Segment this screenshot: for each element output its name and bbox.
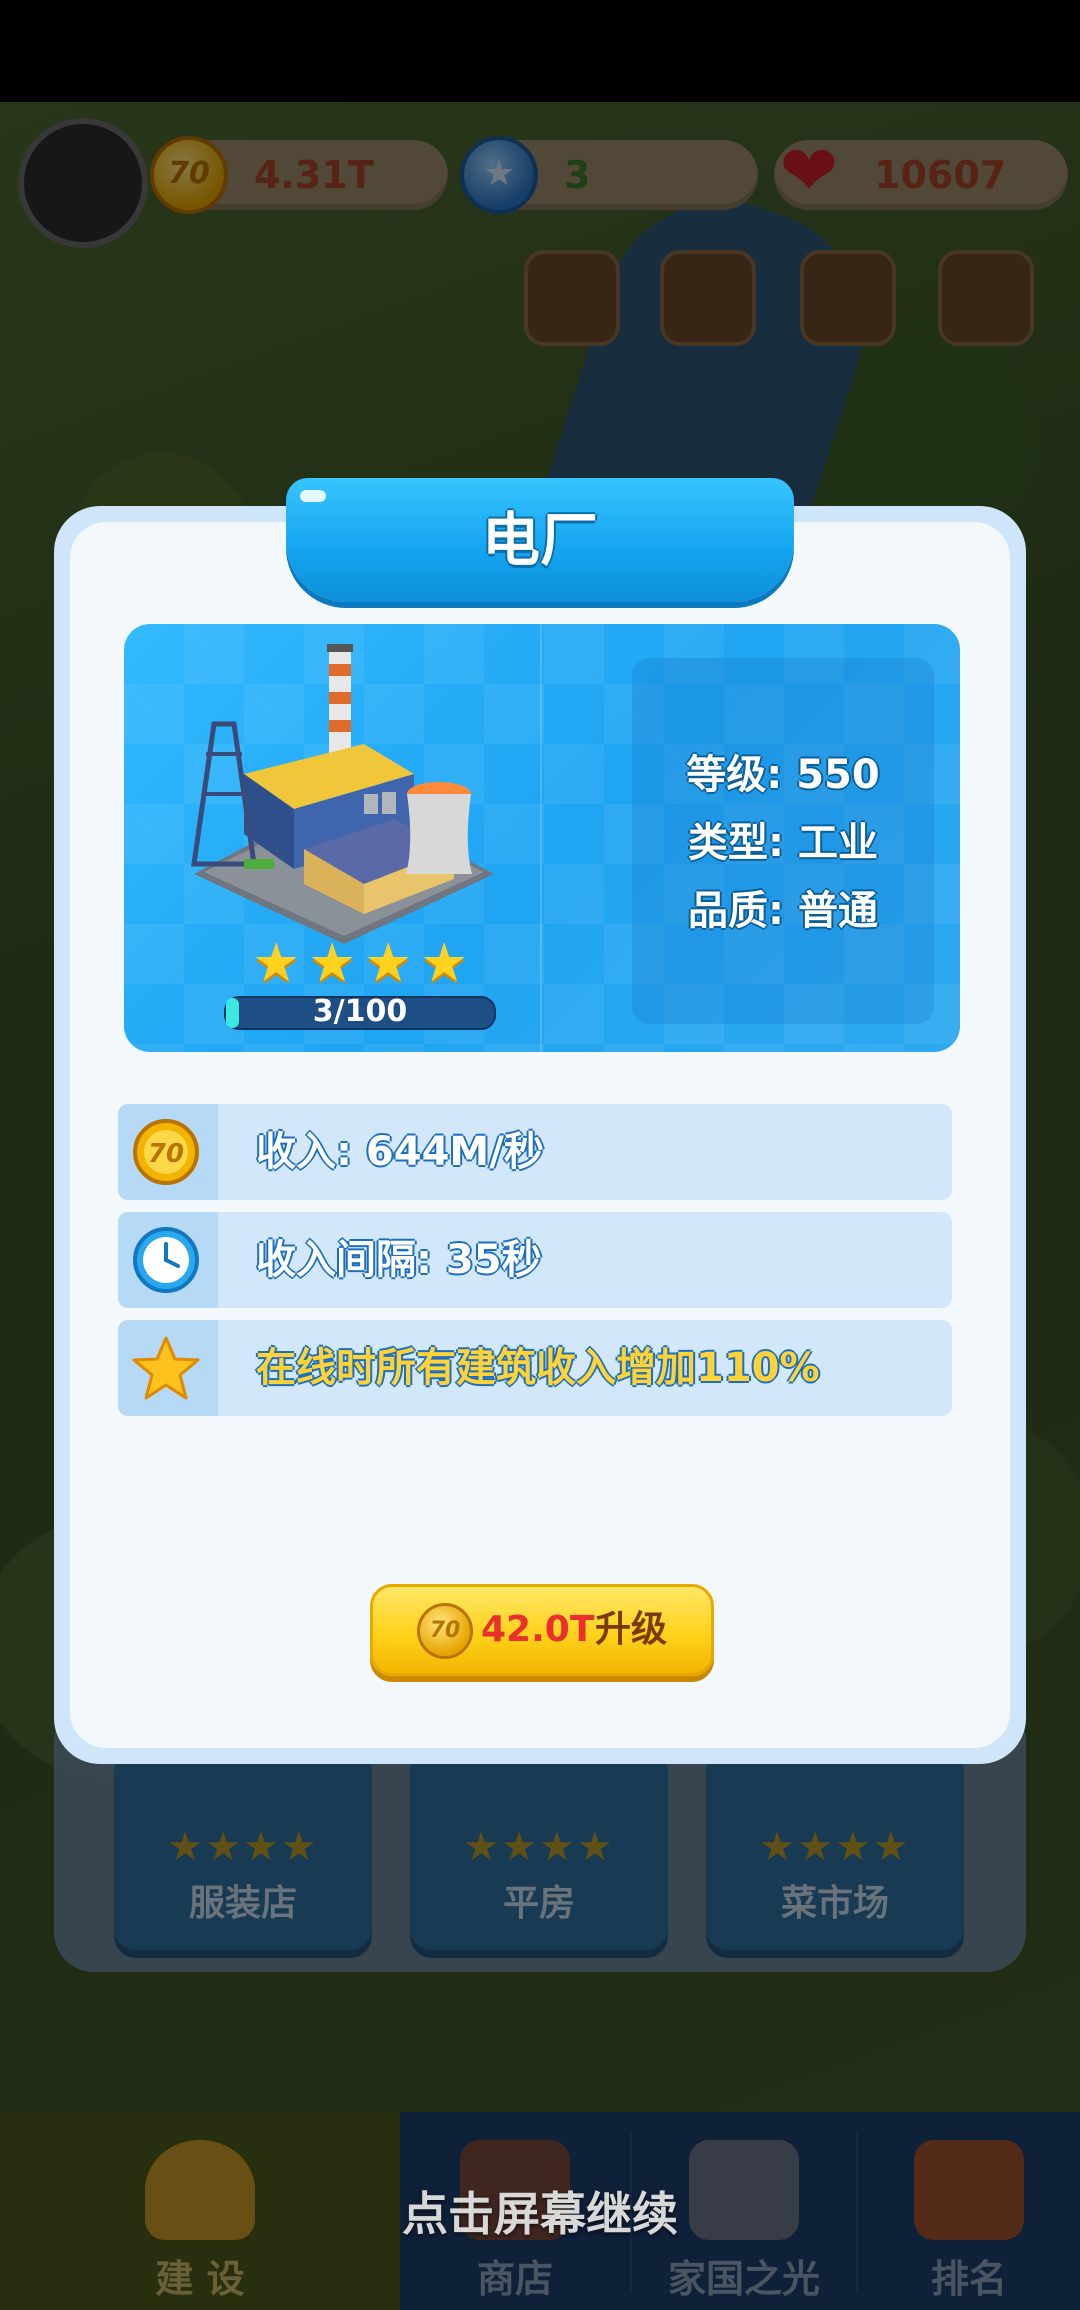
star-icon (132, 1336, 200, 1400)
tap-to-continue[interactable]: 点击屏幕继续 (0, 2178, 1080, 2244)
bonus-row: 在线时所有建筑收入增加110% (118, 1320, 952, 1416)
star-icon: ★ (252, 931, 301, 994)
interval-text: 收入间隔: 35秒 (256, 1237, 542, 1283)
stats-box: 等级: 550 类型: 工业 品质: 普通 (632, 658, 934, 1024)
svg-text:70: 70 (148, 1139, 184, 1169)
stat-level: 等级: 550 (686, 752, 880, 798)
row-icon-cell (118, 1212, 218, 1308)
dialog-title-banner: 电厂 (286, 478, 794, 602)
stat-quality: 品质: 普通 (688, 888, 878, 934)
dialog-title: 电厂 (481, 506, 598, 574)
upgrade-cost: 42.0T (481, 1609, 595, 1650)
interval-row: 收入间隔: 35秒 (118, 1212, 952, 1308)
coin-icon (417, 1603, 473, 1659)
power-plant-illustration (191, 644, 494, 944)
clock-icon (133, 1227, 199, 1293)
income-row: 70 收入: 644M/秒 (118, 1104, 952, 1200)
star-icon: ★ (420, 931, 469, 994)
income-text: 收入: 644M/秒 (256, 1129, 544, 1175)
upgrade-label: 升级 (595, 1609, 668, 1650)
row-icon-cell (118, 1320, 218, 1416)
upgrade-button[interactable]: 42.0T 升级 (370, 1584, 714, 1676)
row-icon-cell: 70 (118, 1104, 218, 1200)
bonus-text: 在线时所有建筑收入增加110% (256, 1345, 820, 1391)
star-rating: ★ ★ ★ ★ (252, 936, 472, 990)
star-icon: ★ (308, 931, 357, 994)
stat-type: 类型: 工业 (688, 820, 878, 866)
coin-icon: 70 (133, 1119, 199, 1185)
panel-divider (540, 624, 542, 1052)
upgrade-progress-bar: 3/100 (224, 994, 496, 1030)
star-icon: ★ (364, 931, 413, 994)
progress-text: 3/100 (312, 994, 408, 1029)
building-info-panel: ★ ★ ★ ★ 3/100 等级: 550 类型: 工业 品质: 普通 (124, 624, 960, 1052)
